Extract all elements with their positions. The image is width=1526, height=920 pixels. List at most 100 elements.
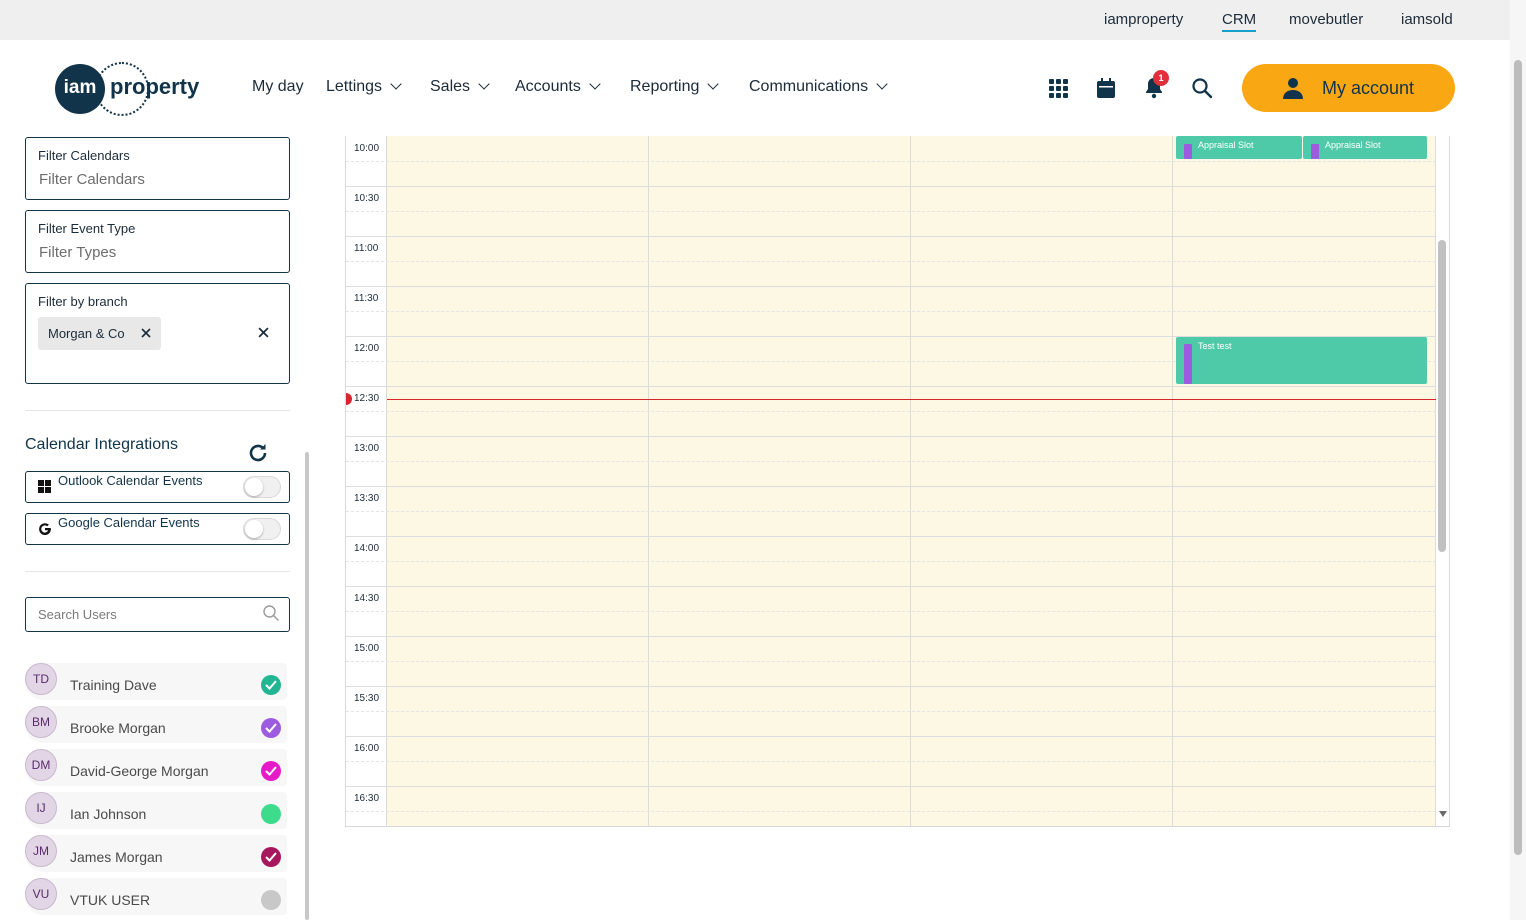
user-name: James Morgan [70,849,163,865]
check-icon [265,680,277,690]
user-name: Training Dave [70,677,157,693]
filter-branch-label: Filter by branch [38,294,128,309]
event-title: Appraisal Slot [1325,140,1381,150]
search-icon[interactable] [1190,76,1214,100]
my-account-button[interactable]: My account [1242,64,1455,112]
day-calendar-grid: 10:00 10:30 11:00 11:30 12:00 12:30 13:00 13:30… [345,136,1450,827]
time-label: 14:30 [354,593,380,604]
calendar-scrollbar[interactable] [1438,240,1446,552]
user-row[interactable]: DM David-George Morgan [25,749,287,786]
calendar-integrations-title: Calendar Integrations [25,436,178,453]
link-movebutler[interactable]: movebutler [1289,11,1363,28]
user-row[interactable]: VU VTUK USER [25,878,287,915]
time-label: 10:30 [354,193,380,204]
nav-accounts[interactable]: Accounts [515,78,601,96]
nav-my-day[interactable]: My day [252,78,304,96]
windows-icon [38,480,51,493]
avatar: BM [25,706,57,738]
clear-branch-icon[interactable] [258,327,269,338]
filter-branch-field[interactable]: Filter by branch Morgan & Co [25,283,290,384]
calendar-event[interactable]: Test test [1176,337,1427,384]
check-icon [265,852,277,862]
chip-remove-icon[interactable] [141,328,151,338]
user-row[interactable]: JM James Morgan [25,835,287,872]
search-users-input[interactable] [25,597,290,632]
day-column[interactable] [1173,136,1436,826]
check-icon [265,723,277,733]
slot-half-divider [346,661,1436,662]
outlook-integration-label: Outlook Calendar Events [58,473,203,488]
time-label: 13:30 [354,493,380,504]
user-row[interactable]: BM Brooke Morgan [25,706,287,743]
time-label: 12:30 [354,393,380,404]
user-calendar-toggle[interactable] [261,890,281,910]
slot-half-divider [346,211,1436,212]
slot-divider [346,586,1436,587]
day-column[interactable] [387,136,649,826]
main-header: iam property My day Lettings Sales Accou… [0,40,1510,136]
filter-event-type-placeholder: Filter Types [39,244,117,261]
slot-divider [346,286,1436,287]
google-integration: Google Calendar Events [25,513,290,545]
calendar-event[interactable]: Appraisal Slot [1176,136,1302,159]
filter-calendars-label: Filter Calendars [38,148,130,163]
time-label: 11:00 [354,243,379,254]
user-calendar-toggle[interactable] [261,804,281,824]
slot-half-divider [346,461,1436,462]
nav-lettings[interactable]: Lettings [326,78,402,96]
apps-grid-icon[interactable] [1046,76,1070,100]
filter-event-type-field[interactable]: Filter Event Type Filter Types [25,210,290,273]
slot-divider [346,636,1436,637]
user-row[interactable]: IJ Ian Johnson [25,792,287,829]
user-calendar-toggle[interactable] [261,718,281,738]
slot-half-divider [346,261,1436,262]
user-name: VTUK USER [70,892,151,908]
scroll-down-arrow-icon[interactable] [1438,810,1448,818]
slot-half-divider [346,611,1436,612]
calendar-event[interactable]: Appraisal Slot [1303,136,1427,159]
time-label: 13:00 [354,443,380,454]
user-name: Ian Johnson [70,806,147,822]
avatar: IJ [25,792,57,824]
user-calendar-toggle[interactable] [261,675,281,695]
nav-communications[interactable]: Communications [749,78,888,96]
user-row[interactable]: TD Training Dave [25,663,287,700]
slot-half-divider [346,311,1436,312]
nav-sales[interactable]: Sales [430,78,490,96]
link-iamproperty[interactable]: iamproperty [1104,11,1183,28]
slot-half-divider [346,761,1436,762]
notification-badge: 1 [1153,70,1169,86]
filter-calendars-field[interactable]: Filter Calendars Filter Calendars [25,137,290,200]
google-integration-label: Google Calendar Events [58,515,200,530]
top-product-bar: iamproperty CRM movebutler iamsold [0,0,1510,40]
branch-chip: Morgan & Co [38,317,161,350]
slot-half-divider [346,561,1436,562]
slot-half-divider [346,511,1436,512]
avatar: TD [25,663,57,695]
link-iamsold[interactable]: iamsold [1401,11,1453,28]
google-toggle[interactable] [243,518,281,540]
user-calendar-toggle[interactable] [261,761,281,781]
iamproperty-logo[interactable]: iam property [55,62,205,116]
slot-divider [346,436,1436,437]
calendar-icon[interactable] [1094,76,1118,100]
link-crm[interactable]: CRM [1222,11,1257,32]
page-scrollbar-thumb[interactable] [1514,60,1522,855]
sidebar-scrollbar[interactable] [305,452,309,920]
time-label: 15:00 [354,643,380,654]
day-column[interactable] [649,136,911,826]
outlook-toggle[interactable] [243,476,281,498]
slot-divider [346,486,1436,487]
refresh-icon[interactable] [246,441,270,465]
event-color-bar [1184,144,1192,159]
avatar: JM [25,835,57,867]
user-calendar-toggle[interactable] [261,847,281,867]
slot-half-divider [346,711,1436,712]
event-title: Appraisal Slot [1198,140,1254,150]
chevron-down-icon [876,78,888,90]
chevron-down-icon [589,78,601,90]
avatar: VU [25,878,57,910]
time-label: 16:00 [354,743,380,754]
nav-reporting[interactable]: Reporting [630,78,720,96]
day-column[interactable] [911,136,1173,826]
